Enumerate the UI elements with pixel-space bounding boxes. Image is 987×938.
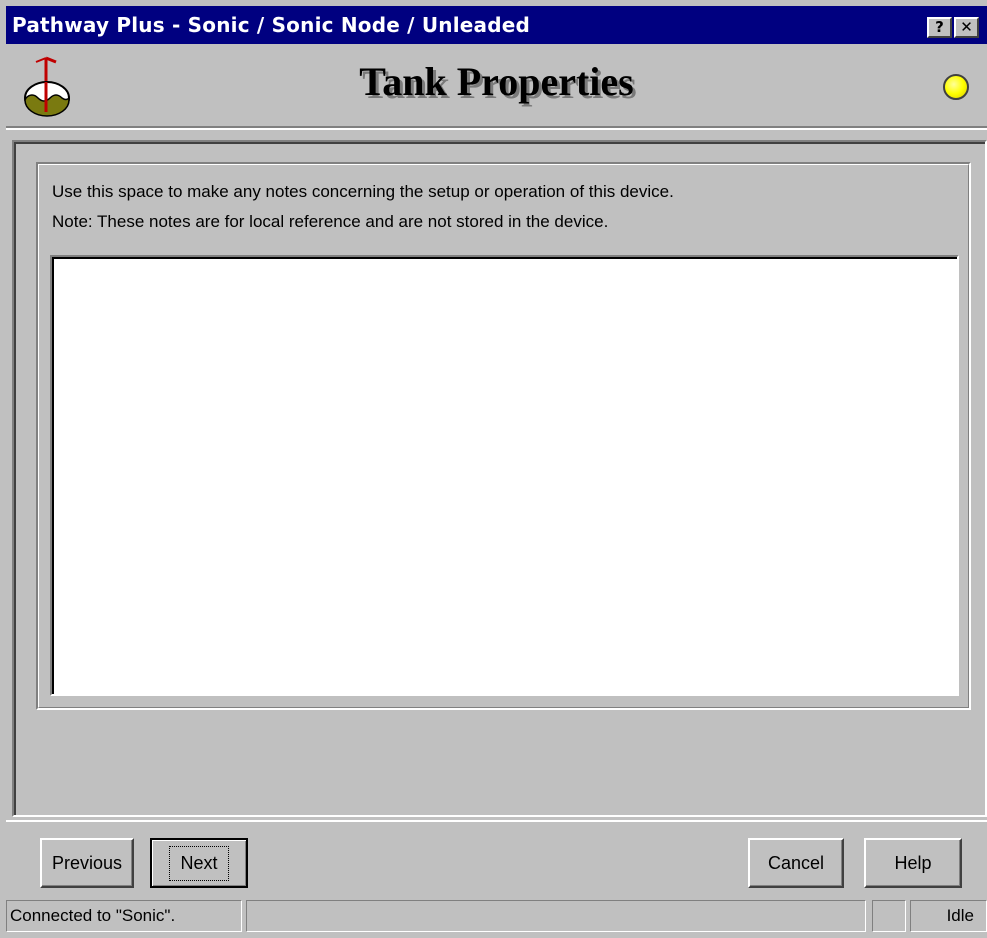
tank-properties-window: Pathway Plus - Sonic / Sonic Node / Unle… [0, 0, 987, 938]
window-title: Pathway Plus - Sonic / Sonic Node / Unle… [12, 13, 531, 37]
main-panel: Use this space to make any notes concern… [12, 140, 987, 817]
status-message [246, 900, 866, 932]
header-band: Tank Properties [6, 44, 987, 128]
close-button[interactable]: ✕ [954, 17, 979, 38]
notes-instruction: Use this space to make any notes concern… [52, 182, 674, 201]
notes-disclaimer: Note: These notes are for local referenc… [52, 212, 609, 231]
status-indicator-pane [872, 900, 906, 932]
notes-textarea[interactable] [50, 255, 959, 696]
title-bar[interactable]: Pathway Plus - Sonic / Sonic Node / Unle… [6, 6, 987, 44]
status-indicator-icon [943, 74, 969, 100]
help-button[interactable]: Help [864, 838, 962, 888]
button-bar: Previous Next Cancel Help [6, 820, 987, 896]
next-button-label: Next [169, 845, 229, 881]
page-title: Tank Properties [359, 59, 634, 104]
activity-status: Idle [910, 900, 987, 932]
status-bar: Connected to "Sonic". Idle [6, 898, 987, 934]
cancel-button[interactable]: Cancel [748, 838, 844, 888]
previous-button[interactable]: Previous [40, 838, 134, 888]
connection-status: Connected to "Sonic". [6, 900, 242, 932]
help-caption-button[interactable]: ? [927, 17, 952, 38]
notes-group: Use this space to make any notes concern… [36, 162, 971, 710]
next-button[interactable]: Next [150, 838, 248, 888]
